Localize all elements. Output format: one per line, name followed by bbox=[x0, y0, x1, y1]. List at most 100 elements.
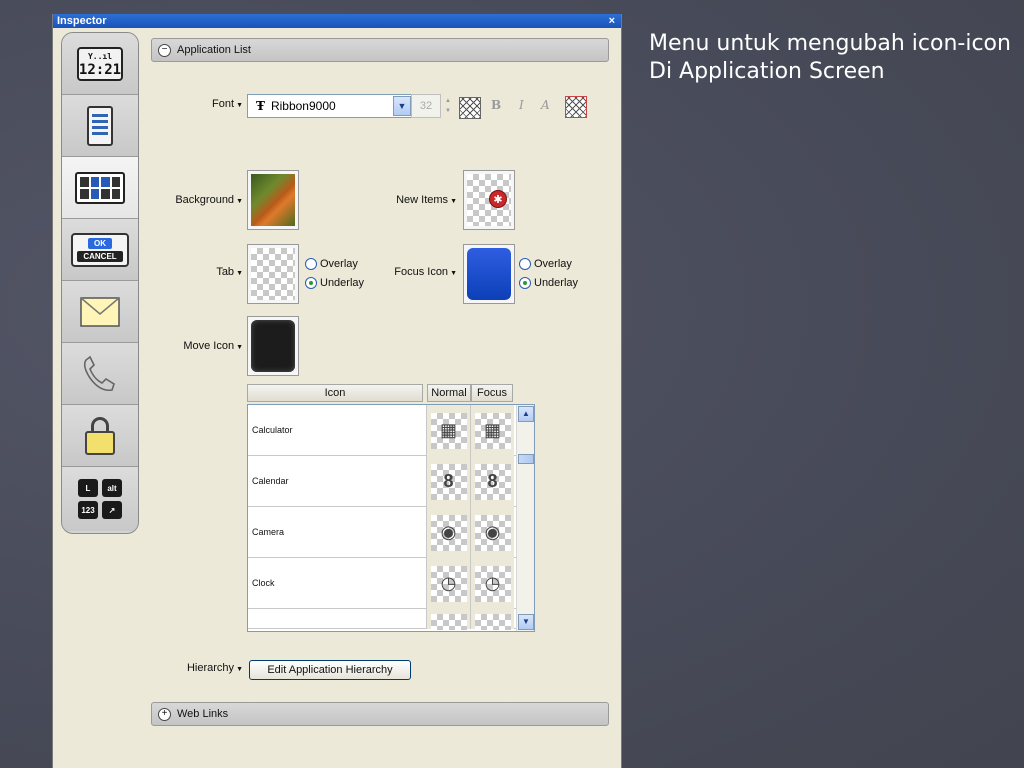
partial-row-icon bbox=[430, 614, 467, 630]
focus-overlay-radio[interactable]: Overlay bbox=[519, 254, 578, 273]
bold-button[interactable]: B bbox=[491, 98, 501, 112]
new-badge-icon: ✱ bbox=[489, 190, 507, 208]
hierarchy-label[interactable]: Hierarchy ▼ bbox=[171, 662, 243, 674]
camera-icon[interactable]: ◉ bbox=[430, 514, 467, 551]
sidebar-item-keyboard[interactable]: L alt 123 ↗ bbox=[62, 467, 138, 531]
font-size-field[interactable]: 32 bbox=[411, 94, 441, 118]
banner-screen-icon bbox=[87, 105, 113, 146]
inspector-title: Inspector bbox=[57, 15, 107, 27]
screen-sidebar: Y..ıl 12:21 OK CANCEL L alt 123 ↗ bbox=[61, 32, 139, 534]
tab-overlay-radio[interactable]: Overlay bbox=[305, 254, 364, 273]
table-row[interactable] bbox=[248, 609, 534, 630]
sidebar-item-messages[interactable] bbox=[62, 281, 138, 343]
sidebar-item-dialog[interactable]: OK CANCEL bbox=[62, 219, 138, 281]
key-alt: alt bbox=[102, 479, 122, 497]
font-size-stepper[interactable]: ▲ ▼ bbox=[443, 96, 453, 116]
slide-caption: Menu untuk mengubah icon-icon Di Applica… bbox=[649, 30, 1024, 86]
text-style-button[interactable]: A bbox=[541, 98, 550, 112]
clock-time: 12:21 bbox=[78, 61, 122, 78]
table-row[interactable]: Camera ◉ ◉ bbox=[248, 507, 534, 558]
close-icon[interactable]: × bbox=[609, 14, 615, 28]
calculator-icon[interactable]: ▦ bbox=[474, 412, 511, 449]
font-type-icon: Ŧ bbox=[256, 99, 265, 113]
focus-mode-group: Overlay Underlay bbox=[519, 254, 578, 292]
collapse-icon[interactable]: − bbox=[158, 43, 171, 57]
row-name: Calculator bbox=[252, 425, 293, 435]
focus-icon-label[interactable]: Focus Icon ▼ bbox=[377, 266, 457, 278]
section-web-links[interactable]: + Web Links bbox=[151, 702, 609, 726]
new-items-image: ✱ bbox=[467, 174, 511, 226]
background-label[interactable]: Background ▼ bbox=[161, 194, 243, 206]
row-name: Camera bbox=[252, 527, 285, 537]
partial-row-icon bbox=[474, 614, 511, 630]
row-name: Clock bbox=[252, 578, 275, 588]
effect-color-swatch[interactable] bbox=[565, 96, 587, 118]
sidebar-item-lock[interactable] bbox=[62, 405, 138, 467]
focus-underlay-radio[interactable]: Underlay bbox=[519, 273, 578, 292]
col-normal[interactable]: Normal bbox=[427, 384, 471, 402]
tab-mode-group: Overlay Underlay bbox=[305, 254, 364, 292]
scroll-thumb[interactable] bbox=[518, 454, 534, 464]
key-expand: ↗ bbox=[102, 501, 122, 519]
move-icon-image bbox=[251, 320, 295, 372]
clock-icon[interactable]: ◷ bbox=[430, 565, 467, 602]
inspector-content: − Application List Font ▼ Ŧ Ribbon9000 ▼ … bbox=[151, 38, 611, 726]
section-title: Application List bbox=[177, 44, 251, 56]
key-l: L bbox=[78, 479, 98, 497]
sidebar-item-application-screen[interactable] bbox=[62, 157, 138, 219]
table-scrollbar[interactable]: ▲ ▼ bbox=[516, 405, 534, 631]
phone-handset-icon bbox=[83, 355, 115, 391]
dialog-icon: OK CANCEL bbox=[71, 232, 129, 267]
col-focus[interactable]: Focus bbox=[471, 384, 513, 402]
camera-icon[interactable]: ◉ bbox=[474, 514, 511, 551]
cancel-label: CANCEL bbox=[77, 250, 123, 262]
keyboard-icon: L alt 123 ↗ bbox=[78, 479, 122, 519]
envelope-icon bbox=[80, 296, 120, 327]
font-color-swatch[interactable] bbox=[459, 97, 481, 119]
font-value: Ribbon9000 bbox=[270, 99, 336, 113]
scroll-up-icon[interactable]: ▲ bbox=[518, 406, 534, 422]
focus-icon-image-well[interactable] bbox=[463, 244, 515, 304]
table-row[interactable]: Calendar 8 8 bbox=[248, 456, 534, 507]
icon-table-header: Icon Normal Focus bbox=[247, 384, 513, 402]
calendar-icon[interactable]: 8 bbox=[430, 463, 467, 500]
font-select[interactable]: Ŧ Ribbon9000 ▼ bbox=[247, 94, 413, 118]
signal-icon: Y..ıl bbox=[87, 51, 113, 61]
table-row[interactable]: Calculator ▦ ▦ bbox=[248, 405, 534, 456]
icon-table: Calculator ▦ ▦ Calendar 8 8 Camera ◉ ◉ C… bbox=[247, 404, 535, 632]
chevron-down-icon[interactable]: ▼ bbox=[393, 96, 411, 116]
col-icon[interactable]: Icon bbox=[247, 384, 423, 402]
row-name: Calendar bbox=[252, 476, 289, 486]
expand-icon[interactable]: + bbox=[158, 707, 171, 721]
calendar-icon[interactable]: 8 bbox=[474, 463, 511, 500]
move-icon-image-well[interactable] bbox=[247, 316, 299, 376]
tab-image bbox=[251, 248, 295, 300]
sidebar-item-home-screen[interactable]: Y..ıl 12:21 bbox=[62, 33, 138, 95]
tab-label[interactable]: Tab ▼ bbox=[191, 266, 243, 278]
background-image bbox=[251, 174, 295, 226]
new-items-image-well[interactable]: ✱ bbox=[463, 170, 515, 230]
lock-icon bbox=[85, 416, 115, 455]
caption-line-1: Menu untuk mengubah icon-icon bbox=[649, 31, 1011, 56]
font-label[interactable]: Font ▼ bbox=[203, 98, 243, 110]
sidebar-item-banner[interactable] bbox=[62, 95, 138, 157]
key-123: 123 bbox=[78, 501, 98, 519]
caption-line-2: Di Application Screen bbox=[649, 59, 885, 84]
inspector-titlebar: Inspector × bbox=[53, 14, 621, 28]
section-title: Web Links bbox=[177, 708, 229, 720]
background-image-well[interactable] bbox=[247, 170, 299, 230]
ok-label: OK bbox=[88, 237, 112, 249]
move-icon-label[interactable]: Move Icon ▼ bbox=[161, 340, 243, 352]
clock-icon[interactable]: ◷ bbox=[474, 565, 511, 602]
new-items-label[interactable]: New Items ▼ bbox=[377, 194, 457, 206]
tab-underlay-radio[interactable]: Underlay bbox=[305, 273, 364, 292]
scroll-down-icon[interactable]: ▼ bbox=[518, 614, 534, 630]
inspector-panel: Inspector × Y..ıl 12:21 OK CANCEL L alt … bbox=[52, 14, 622, 768]
italic-button[interactable]: I bbox=[519, 98, 524, 112]
table-row[interactable]: Clock ◷ ◷ bbox=[248, 558, 534, 609]
calculator-icon[interactable]: ▦ bbox=[430, 412, 467, 449]
section-application-list[interactable]: − Application List bbox=[151, 38, 609, 62]
edit-hierarchy-button[interactable]: Edit Application Hierarchy bbox=[249, 660, 411, 680]
sidebar-item-phone[interactable] bbox=[62, 343, 138, 405]
tab-image-well[interactable] bbox=[247, 244, 299, 304]
